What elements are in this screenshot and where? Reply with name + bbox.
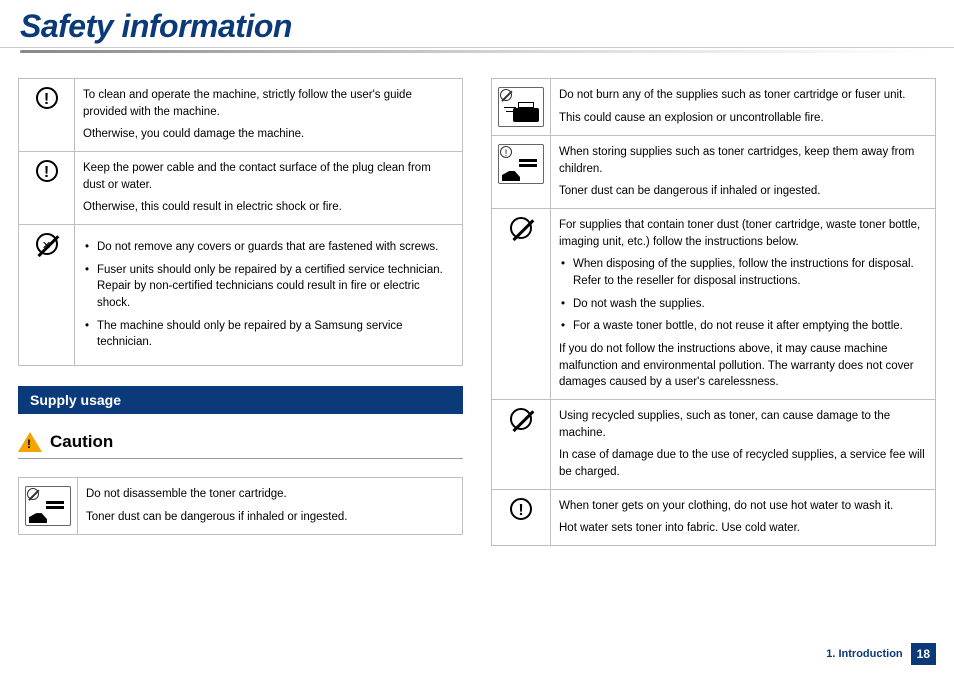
title-underline bbox=[20, 50, 934, 53]
prohibit-icon bbox=[510, 217, 532, 239]
list-item: For a waste toner bottle, do not reuse i… bbox=[559, 318, 927, 335]
warning-text: Hot water sets toner into fabric. Use co… bbox=[559, 520, 927, 537]
divider bbox=[18, 458, 463, 459]
footer-chapter: 1. Introduction bbox=[826, 648, 902, 660]
table-row: Do not disassemble the toner cartridge. … bbox=[19, 478, 463, 535]
list-item: Do not wash the supplies. bbox=[559, 296, 927, 313]
caution-circle-icon bbox=[36, 87, 58, 109]
table-row: When toner gets on your clothing, do not… bbox=[492, 489, 936, 545]
warning-text: Otherwise, this could result in electric… bbox=[83, 199, 454, 216]
bullet-list: Do not remove any covers or guards that … bbox=[83, 239, 454, 351]
footer-page-number: 18 bbox=[911, 643, 936, 665]
table-row: Do not remove any covers or guards that … bbox=[19, 225, 463, 366]
table-row: To clean and operate the machine, strict… bbox=[19, 79, 463, 152]
table-row: Do not burn any of the supplies such as … bbox=[492, 79, 936, 136]
bullet-list: When disposing of the supplies, follow t… bbox=[559, 256, 927, 335]
section-supply-usage: Supply usage bbox=[18, 386, 463, 414]
right-column: Do not burn any of the supplies such as … bbox=[491, 78, 936, 564]
warning-text: In case of damage due to the use of recy… bbox=[559, 447, 927, 480]
table-row: For supplies that contain toner dust (to… bbox=[492, 209, 936, 400]
list-item: The machine should only be repaired by a… bbox=[83, 318, 454, 351]
warning-text: To clean and operate the machine, strict… bbox=[83, 87, 454, 120]
prohibit-icon bbox=[36, 233, 58, 255]
keep-from-children-icon bbox=[498, 144, 544, 184]
table-row: Using recycled supplies, such as toner, … bbox=[492, 400, 936, 490]
warning-text: Do not burn any of the supplies such as … bbox=[559, 87, 927, 104]
warning-text: Toner dust can be dangerous if inhaled o… bbox=[86, 509, 454, 526]
page-title: Safety information bbox=[20, 8, 934, 45]
warning-text: Toner dust can be dangerous if inhaled o… bbox=[559, 183, 927, 200]
warning-table-right: Do not burn any of the supplies such as … bbox=[491, 78, 936, 546]
warning-text: Keep the power cable and the contact sur… bbox=[83, 160, 454, 193]
warning-text: If you do not follow the instructions ab… bbox=[559, 341, 927, 391]
warning-text: This could cause an explosion or uncontr… bbox=[559, 110, 927, 127]
list-item: Do not remove any covers or guards that … bbox=[83, 239, 454, 256]
caution-label: Caution bbox=[50, 432, 113, 452]
do-not-burn-icon bbox=[498, 87, 544, 127]
warning-text: When storing supplies such as toner cart… bbox=[559, 144, 927, 177]
list-item: When disposing of the supplies, follow t… bbox=[559, 256, 927, 289]
table-row: Keep the power cable and the contact sur… bbox=[19, 152, 463, 225]
warning-text: For supplies that contain toner dust (to… bbox=[559, 217, 927, 250]
page-footer: 1. Introduction 18 bbox=[826, 643, 936, 665]
left-column: To clean and operate the machine, strict… bbox=[18, 78, 463, 564]
table-row: When storing supplies such as toner cart… bbox=[492, 136, 936, 209]
list-item: Fuser units should only be repaired by a… bbox=[83, 262, 454, 312]
caution-heading: Caution bbox=[18, 432, 463, 452]
warning-table-left: To clean and operate the machine, strict… bbox=[18, 78, 463, 366]
caution-circle-icon bbox=[36, 160, 58, 182]
caution-triangle-icon bbox=[18, 432, 42, 452]
warning-text: When toner gets on your clothing, do not… bbox=[559, 498, 927, 515]
warning-table-left-2: Do not disassemble the toner cartridge. … bbox=[18, 477, 463, 535]
warning-text: Do not disassemble the toner cartridge. bbox=[86, 486, 454, 503]
prohibit-icon bbox=[510, 408, 532, 430]
do-not-disassemble-icon bbox=[25, 486, 71, 526]
warning-text: Using recycled supplies, such as toner, … bbox=[559, 408, 927, 441]
caution-circle-icon bbox=[510, 498, 532, 520]
warning-text: Otherwise, you could damage the machine. bbox=[83, 126, 454, 143]
